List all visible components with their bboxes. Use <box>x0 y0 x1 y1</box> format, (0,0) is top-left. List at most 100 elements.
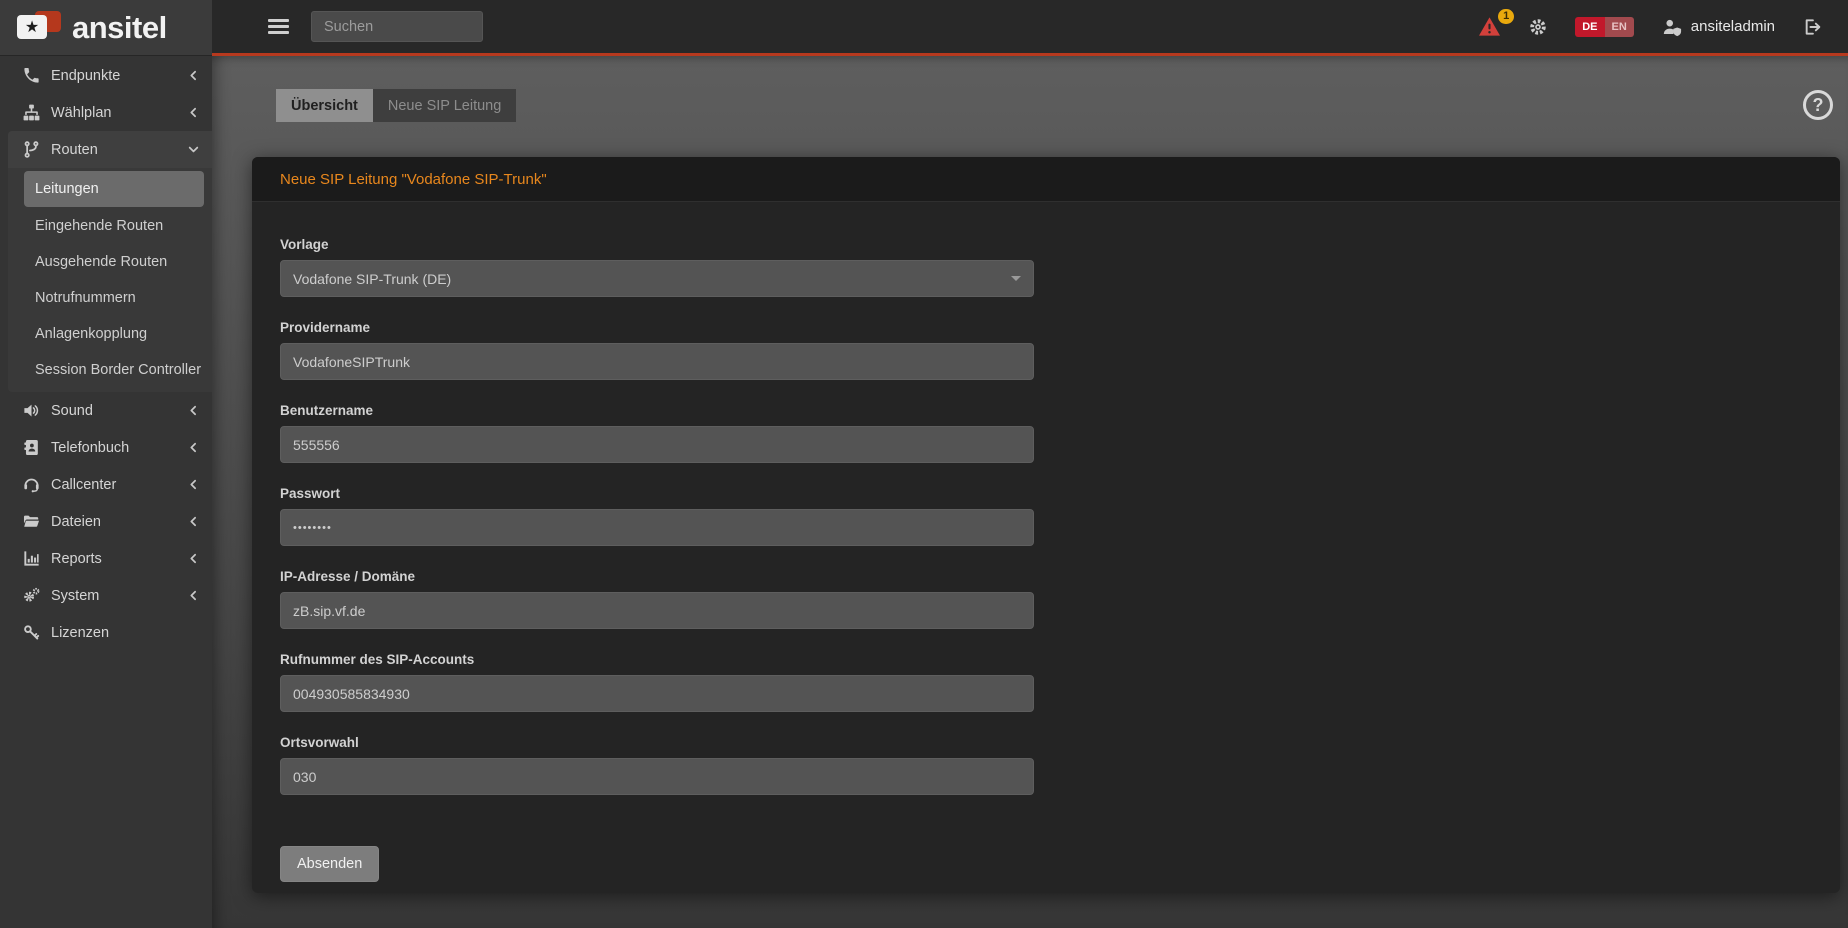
tab-bar: Übersicht Neue SIP Leitung <box>276 89 1840 122</box>
absenden-button[interactable]: Absenden <box>280 846 380 882</box>
ip-adresse-input[interactable] <box>280 592 1034 629</box>
chart-bar-icon <box>22 549 41 568</box>
form-row-providername: Providername <box>280 320 1034 380</box>
form-row-benutzername: Benutzername <box>280 403 1034 463</box>
chevron-left-icon <box>180 478 200 491</box>
sidebar-item-label: Telefonbuch <box>51 439 130 456</box>
code-branch-icon <box>22 140 41 159</box>
sidebar-item-label: Reports <box>51 550 102 567</box>
username-label: ansiteladmin <box>1690 18 1775 35</box>
sidebar-item-dateien[interactable]: Dateien <box>0 503 212 540</box>
user-menu[interactable]: ansiteladmin <box>1661 17 1775 37</box>
logout-icon[interactable] <box>1802 17 1823 37</box>
chevron-left-icon <box>180 106 200 119</box>
sidebar-item-anlagenkopplung[interactable]: Anlagenkopplung <box>8 316 212 352</box>
form-row-passwort: Passwort <box>280 486 1034 546</box>
benutzername-input[interactable] <box>280 426 1034 463</box>
benutzername-label: Benutzername <box>280 403 374 418</box>
sidebar-item-label: Wählplan <box>51 104 112 121</box>
panel-body: Vorlage Providername Benutzername <box>252 202 1840 893</box>
main-column: 1 DE EN ansiteladmin <box>212 0 1848 928</box>
sidebar-item-label: Dateien <box>51 513 101 530</box>
sidebar-item-label: Routen <box>51 141 98 158</box>
sidebar-item-lizenzen[interactable]: Lizenzen <box>0 614 212 651</box>
rufnummer-input[interactable] <box>280 675 1034 712</box>
address-book-icon <box>22 438 41 457</box>
sidebar-item-waehlplan[interactable]: Wählplan <box>0 94 212 131</box>
language-switch: DE EN <box>1575 16 1634 37</box>
sidebar-item-callcenter[interactable]: Callcenter <box>0 466 212 503</box>
sitemap-icon <box>22 103 41 122</box>
language-en-button[interactable]: EN <box>1604 16 1634 37</box>
speech-bubble-star-icon: ★ <box>17 14 47 39</box>
providername-label: Providername <box>280 320 371 335</box>
form-row-ip-adresse-domaene: IP-Adresse / Domäne <box>280 569 1034 629</box>
passwort-label: Passwort <box>280 486 341 501</box>
tab-neue-sip-leitung[interactable]: Neue SIP Leitung <box>372 89 517 122</box>
sidebar-item-leitungen[interactable]: Leitungen <box>24 171 204 207</box>
key-icon <box>22 623 41 642</box>
brand-logo-icon: ★ <box>16 10 64 46</box>
sidebar-submenu-routen: Leitungen Eingehende Routen Ausgehende R… <box>8 168 212 392</box>
sidebar-item-endpunkte[interactable]: Endpunkte <box>0 57 212 94</box>
sidebar-item-sound[interactable]: Sound <box>0 392 212 429</box>
panel-header: Neue SIP Leitung "Vodafone SIP-Trunk" <box>252 157 1840 202</box>
providername-input[interactable] <box>280 343 1034 380</box>
sidebar-item-system[interactable]: System <box>0 577 212 614</box>
hamburger-menu-icon[interactable] <box>268 16 289 38</box>
folder-open-icon <box>22 512 41 531</box>
panel-title: Neue SIP Leitung "Vodafone SIP-Trunk" <box>280 170 547 188</box>
chevron-left-icon <box>180 552 200 565</box>
sidebar-item-eingehende-routen[interactable]: Eingehende Routen <box>8 208 212 244</box>
form-row-rufnummer: Rufnummer des SIP-Accounts <box>280 652 1034 712</box>
vorlage-select-value[interactable] <box>280 260 1034 297</box>
form-row-vorlage: Vorlage <box>280 237 1034 297</box>
headset-icon <box>22 475 41 494</box>
chevron-left-icon <box>180 404 200 417</box>
ortsvorwahl-input[interactable] <box>280 758 1034 795</box>
vorlage-label: Vorlage <box>280 237 329 252</box>
topbar: 1 DE EN ansiteladmin <box>212 0 1848 56</box>
form-row-ortsvorwahl: Ortsvorwahl <box>280 735 1034 795</box>
help-icon[interactable]: ? <box>1803 90 1833 120</box>
sidebar-item-label: Lizenzen <box>51 624 110 641</box>
chevron-left-icon <box>180 515 200 528</box>
form-panel: Neue SIP Leitung "Vodafone SIP-Trunk" Vo… <box>252 157 1840 893</box>
sidebar-item-label: Callcenter <box>51 476 117 493</box>
sidebar-item-label: Endpunkte <box>51 67 121 84</box>
search-input[interactable] <box>311 11 483 42</box>
ip-adresse-label: IP-Adresse / Domäne <box>280 569 416 584</box>
sidebar-menu: Endpunkte Wählplan Routen Leitungen Eing… <box>0 56 212 928</box>
sidebar: ★ ansitel Endpunkte Wählplan Routen Leit… <box>0 0 212 928</box>
sidebar-item-notrufnummern[interactable]: Notrufnummern <box>8 280 212 316</box>
alerts-button[interactable]: 1 <box>1478 9 1515 37</box>
chevron-left-icon <box>180 441 200 454</box>
tab-uebersicht[interactable]: Übersicht <box>276 89 373 122</box>
brand-logo[interactable]: ★ ansitel <box>0 0 212 56</box>
sidebar-item-label: Sound <box>51 402 93 419</box>
topbar-right-cluster: 1 DE EN ansiteladmin <box>1478 9 1848 37</box>
alert-count-badge: 1 <box>1498 9 1515 24</box>
passwort-input[interactable] <box>280 509 1034 546</box>
content-area: Übersicht Neue SIP Leitung ? Neue SIP Le… <box>212 56 1848 928</box>
sidebar-item-ausgehende-routen[interactable]: Ausgehende Routen <box>8 244 212 280</box>
sidebar-item-session-border-controller[interactable]: Session Border Controller <box>8 352 212 388</box>
ortsvorwahl-label: Ortsvorwahl <box>280 735 359 750</box>
sidebar-item-telefonbuch[interactable]: Telefonbuch <box>0 429 212 466</box>
cogs-icon <box>22 586 41 605</box>
sidebar-group-routen: Routen Leitungen Eingehende Routen Ausge… <box>8 131 212 392</box>
gear-icon[interactable] <box>1528 17 1548 37</box>
chevron-down-icon <box>180 143 200 156</box>
language-de-button[interactable]: DE <box>1575 16 1605 37</box>
rufnummer-label: Rufnummer des SIP-Accounts <box>280 652 475 667</box>
brand-name: ansitel <box>72 9 167 45</box>
sidebar-item-reports[interactable]: Reports <box>0 540 212 577</box>
volume-icon <box>22 401 41 420</box>
phone-icon <box>22 66 41 85</box>
sidebar-item-routen[interactable]: Routen <box>8 131 212 168</box>
app-window: ★ ansitel Endpunkte Wählplan Routen Leit… <box>0 0 1848 928</box>
user-shield-icon <box>1661 17 1683 37</box>
sidebar-item-label: System <box>51 587 100 604</box>
chevron-left-icon <box>180 589 200 602</box>
vorlage-select[interactable] <box>280 260 1034 297</box>
